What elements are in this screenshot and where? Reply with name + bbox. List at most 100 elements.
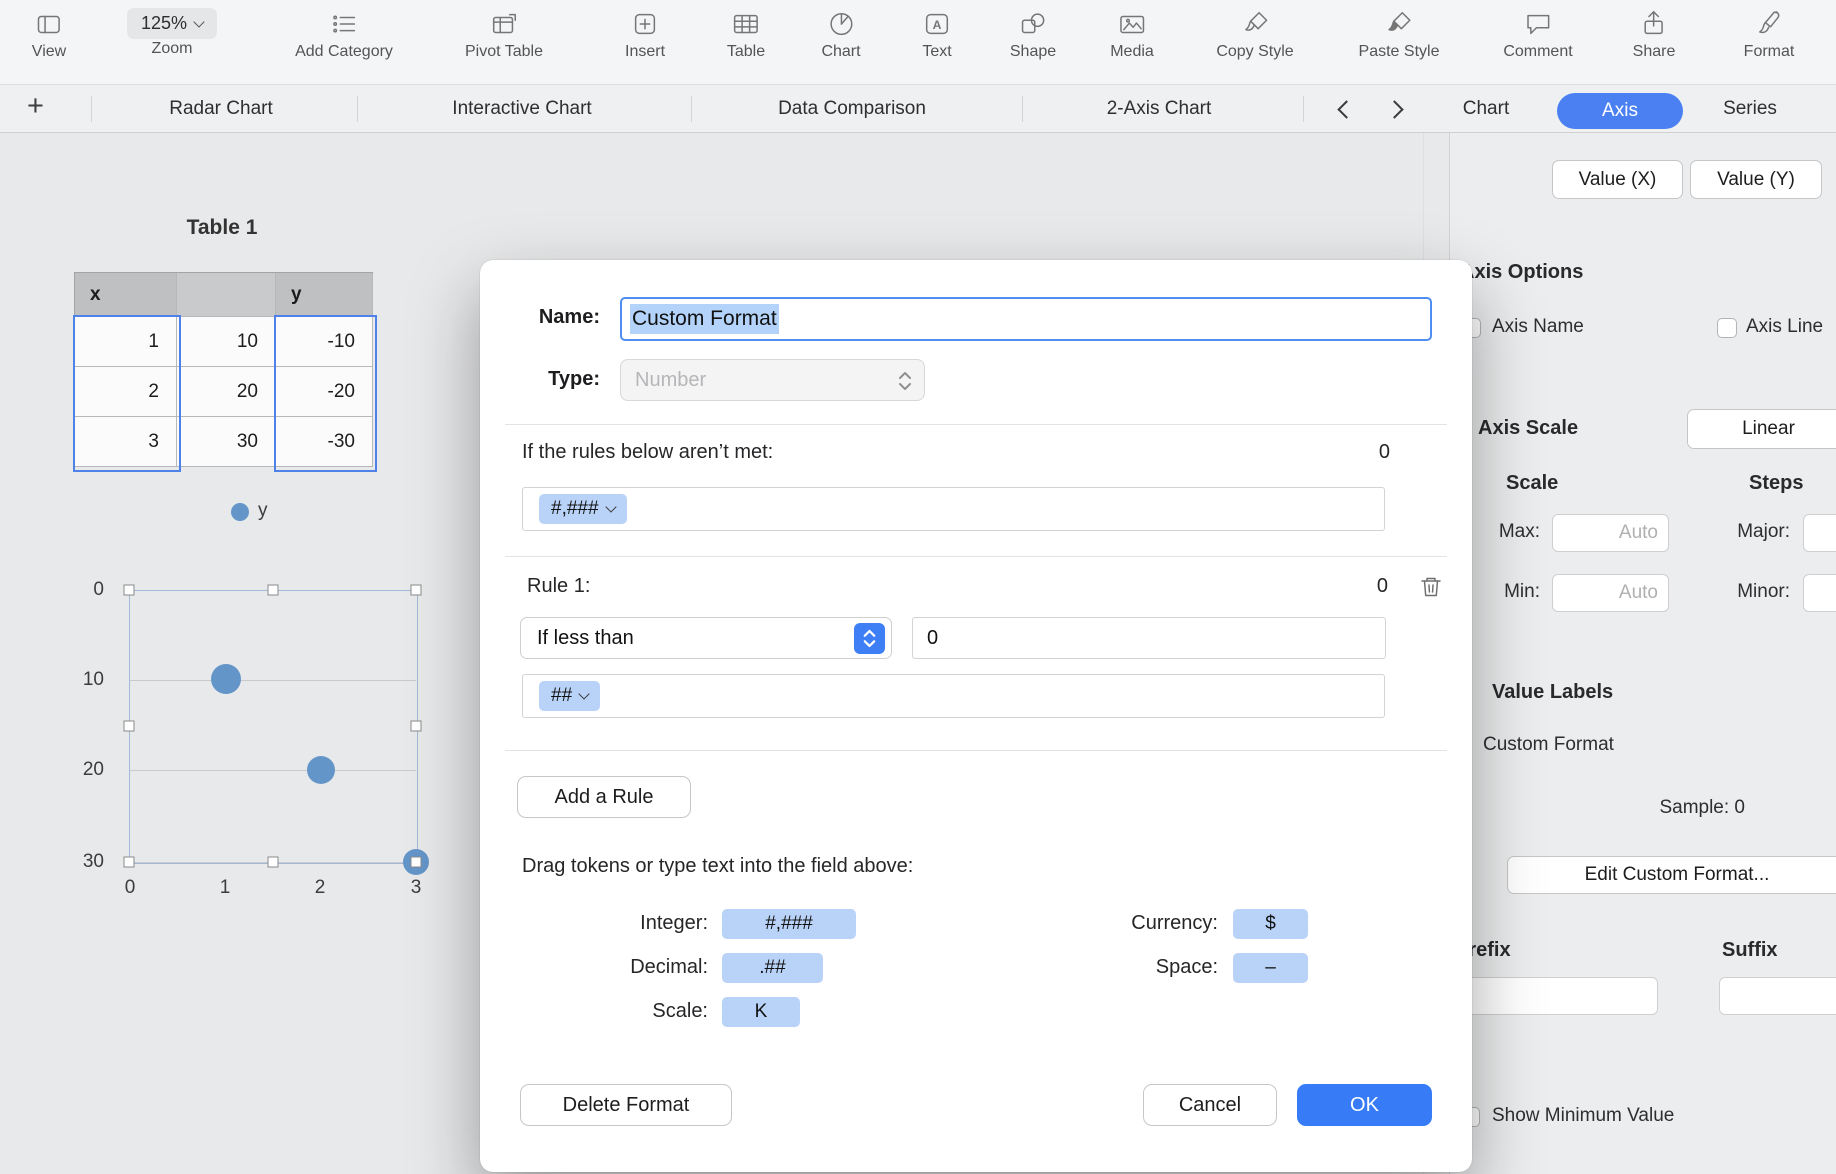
toolbar-paste-style-button[interactable]: Paste Style — [1359, 6, 1440, 61]
toolbar-zoom-control[interactable]: 125% Zoom — [126, 6, 218, 58]
value-labels-dropdown[interactable]: Custom Format — [1483, 734, 1614, 756]
x-axis-tick-label: 2 — [314, 877, 326, 898]
table-cell[interactable]: 30 — [177, 417, 276, 467]
toolbar-add-category-button[interactable]: Add Category — [295, 6, 393, 61]
table-title: Table 1 — [186, 216, 258, 239]
table-header-row: x y — [75, 273, 373, 317]
delete-rule-trash-icon[interactable] — [1418, 574, 1444, 600]
ok-button[interactable]: OK — [1297, 1084, 1432, 1126]
selection-handle[interactable] — [123, 584, 135, 596]
major-input[interactable] — [1803, 514, 1836, 552]
sheet-tab-interactive-chart[interactable]: Interactive Chart — [452, 98, 591, 120]
selection-handle[interactable] — [123, 720, 135, 732]
decimal-token[interactable]: .## — [722, 953, 823, 983]
selection-handle[interactable] — [267, 584, 279, 596]
inspector-tab-axis[interactable]: Axis — [1557, 93, 1683, 129]
selection-handle[interactable] — [123, 856, 135, 868]
prefix-input[interactable] — [1462, 977, 1658, 1015]
default-format-field[interactable]: #,### — [522, 487, 1385, 531]
cancel-button[interactable]: Cancel — [1143, 1084, 1277, 1126]
toolbar-media-button[interactable]: Media — [1110, 6, 1154, 61]
inspector-tab-series[interactable]: Series — [1723, 98, 1777, 120]
y-axis-tick-label: 30 — [82, 851, 104, 872]
max-input[interactable]: Auto — [1552, 514, 1669, 552]
axis-options-title: Axis Options — [1460, 261, 1584, 283]
table-cell[interactable]: 1 — [75, 317, 177, 367]
media-icon — [1110, 6, 1154, 42]
data-table[interactable]: x y 1 10 -10 2 20 -20 3 30 -30 — [74, 272, 373, 467]
table-cell[interactable]: 2 — [75, 367, 177, 417]
table-cell[interactable]: 20 — [177, 367, 276, 417]
custom-format-dialog: Name: Custom Format Type: Number If the … — [480, 260, 1472, 1172]
sheet-tab-radar-chart[interactable]: Radar Chart — [169, 98, 273, 120]
scatter-chart-selection[interactable] — [129, 590, 418, 864]
rule-condition-dropdown[interactable]: If less than — [520, 617, 892, 659]
value-labels-title: Value Labels — [1492, 681, 1614, 703]
toolbar-chart-button[interactable]: Chart — [821, 6, 861, 61]
toolbar-comment-button[interactable]: Comment — [1503, 6, 1573, 61]
scatter-point[interactable] — [211, 664, 241, 694]
format-token[interactable]: ## — [539, 681, 601, 711]
y-axis-tick-label: 10 — [82, 669, 104, 690]
selection-handle[interactable] — [410, 584, 422, 596]
toolbar-share-button[interactable]: Share — [1633, 6, 1675, 61]
add-sheet-button[interactable]: + — [27, 90, 44, 123]
table-row: 2 20 -20 — [75, 367, 373, 417]
rule-value-input[interactable]: 0 — [912, 617, 1386, 659]
scale-token[interactable]: K — [722, 997, 800, 1027]
selection-handle[interactable] — [410, 856, 422, 868]
minor-input[interactable] — [1803, 574, 1836, 612]
integer-token[interactable]: #,### — [722, 909, 856, 939]
sheet-tab-2-axis-chart[interactable]: 2-Axis Chart — [1107, 98, 1212, 120]
format-token[interactable]: #,### — [539, 494, 627, 524]
toolbar-table-button[interactable]: Table — [727, 6, 765, 61]
axis-value-y-button[interactable]: Value (Y) — [1690, 160, 1822, 199]
table-cell[interactable]: 3 — [75, 417, 177, 467]
sheet-tab-data-comparison[interactable]: Data Comparison — [778, 98, 926, 120]
axis-value-x-button[interactable]: Value (X) — [1552, 160, 1683, 199]
legend-label[interactable]: y — [258, 500, 268, 522]
suffix-input[interactable] — [1719, 977, 1836, 1015]
selection-handle[interactable] — [410, 720, 422, 732]
column-header-x[interactable]: x — [75, 273, 177, 317]
table-cell[interactable]: -30 — [276, 417, 373, 467]
scatter-point[interactable] — [307, 756, 335, 784]
rule1-sample: 0 — [1376, 575, 1388, 597]
add-rule-button[interactable]: Add a Rule — [517, 776, 691, 818]
updown-stepper-icon — [854, 623, 885, 654]
text-icon: A — [922, 6, 952, 42]
svg-text:A: A — [933, 18, 942, 32]
axis-line-checkbox[interactable] — [1717, 318, 1737, 338]
table-cell[interactable]: 10 — [177, 317, 276, 367]
major-label: Major: — [1737, 521, 1790, 542]
sample-preview: Sample: 0 — [1659, 797, 1745, 818]
space-token[interactable]: – — [1233, 953, 1308, 983]
delete-format-button[interactable]: Delete Format — [520, 1084, 732, 1126]
inspector-tab-chart[interactable]: Chart — [1463, 98, 1509, 120]
currency-token[interactable]: $ — [1233, 909, 1308, 939]
format-name-input[interactable]: Custom Format — [620, 297, 1432, 341]
legend-marker-icon[interactable] — [231, 503, 249, 521]
tab-separator — [91, 96, 92, 122]
paste-style-icon — [1359, 6, 1440, 42]
axis-scale-dropdown[interactable]: Linear — [1687, 409, 1836, 449]
table-cell[interactable]: -20 — [276, 367, 373, 417]
column-header-y[interactable]: y — [276, 273, 373, 317]
x-axis-tick-label: 1 — [219, 877, 231, 898]
rule-format-field[interactable]: ## — [522, 674, 1385, 718]
table-cell[interactable]: -10 — [276, 317, 373, 367]
toolbar-copy-style-button[interactable]: Copy Style — [1216, 6, 1294, 61]
toolbar-view-button[interactable]: View — [32, 6, 66, 61]
toolbar-pivot-table-button[interactable]: Pivot Table — [465, 6, 543, 61]
toolbar-text-button[interactable]: A Text — [922, 6, 952, 61]
column-header-middle[interactable] — [177, 273, 276, 317]
selection-handle[interactable] — [267, 856, 279, 868]
zoom-dropdown[interactable]: 125% — [126, 8, 218, 39]
toolbar-format-button[interactable]: Format — [1744, 6, 1794, 61]
edit-custom-format-button[interactable]: Edit Custom Format... — [1507, 856, 1836, 894]
toolbar-shape-button[interactable]: Shape — [1010, 6, 1056, 61]
divider — [505, 424, 1447, 425]
min-input[interactable]: Auto — [1552, 574, 1669, 612]
type-dropdown[interactable]: Number — [620, 359, 925, 401]
toolbar-insert-button[interactable]: Insert — [625, 6, 665, 61]
